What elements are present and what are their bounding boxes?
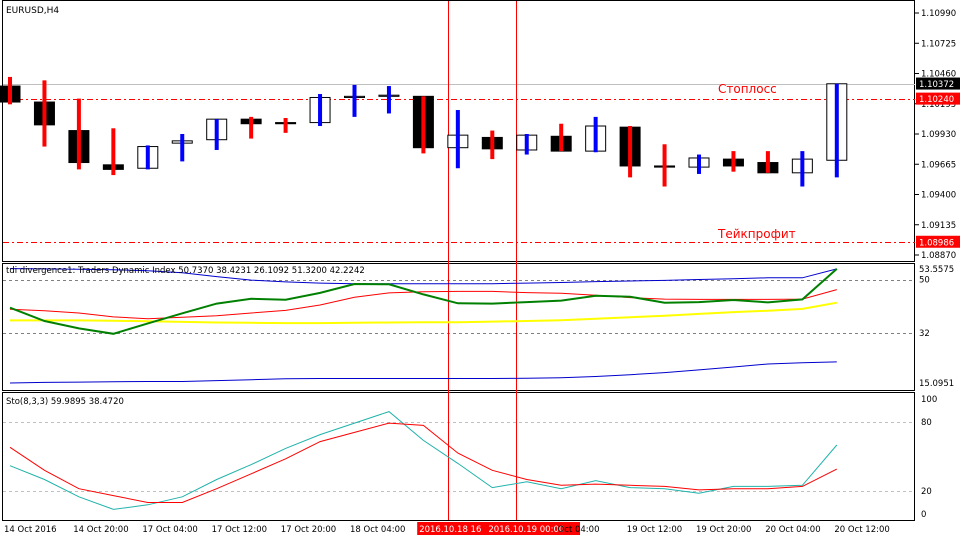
time-label: 20 Oct 12:00 (834, 525, 889, 535)
candle-wick (283, 118, 288, 133)
time-label: 19 Oct 12:00 (627, 525, 682, 535)
candle (102, 128, 124, 176)
candle (206, 118, 228, 150)
time-label: 17 Oct 12:00 (212, 525, 267, 535)
candle (447, 110, 469, 169)
candle-wick (697, 154, 701, 174)
time-label: 17 Oct 04:00 (142, 525, 197, 535)
price-tick-label: 1.09930 (921, 130, 956, 140)
price-tick-label: 1.09135 (921, 221, 956, 231)
highlighted-time-label: 2016.10.18 16 (419, 525, 481, 535)
candle-wick (386, 86, 391, 114)
candle-wick (455, 110, 460, 169)
candle (240, 116, 262, 139)
sto-axis-label: 100 (921, 395, 937, 405)
candle (688, 154, 710, 174)
candle-wick (559, 123, 564, 152)
candle-wick (111, 128, 116, 176)
stoploss-label: Стоплосс (718, 82, 777, 96)
candle (33, 80, 55, 147)
candle (516, 134, 538, 155)
sto-panel[interactable] (9, 411, 838, 510)
candle (412, 95, 434, 154)
candle (550, 123, 572, 152)
time-label: 18 Oct 04:00 (350, 525, 405, 535)
candle (137, 145, 159, 170)
candle-wick (524, 134, 529, 155)
time-label: 14 Oct 2016 (4, 525, 57, 535)
price-tick-label: 1.10990 (921, 9, 956, 19)
candle (275, 118, 297, 133)
tdi-volatility-lower-line (9, 361, 837, 384)
candle-wick (42, 80, 47, 147)
candle-wick (731, 151, 736, 172)
highlighted-time-label: 2016.10.19 00:00 (488, 525, 564, 535)
sto-indicator-title: Sto(8,3,3) 59.9895 38.4720 (6, 397, 124, 407)
symbol-label: EURUSD,H4 (6, 6, 59, 16)
time-label: 20 Oct 04:00 (765, 525, 820, 535)
candle (757, 151, 779, 174)
candle-wick (318, 94, 323, 127)
price-tick-label: 1.10725 (921, 39, 956, 49)
candle (826, 83, 848, 178)
candle (619, 126, 641, 178)
candle-wick (834, 83, 839, 178)
candle-wick (352, 84, 357, 117)
candle-wick (76, 98, 81, 170)
candle (585, 116, 607, 153)
candle (68, 98, 90, 170)
time-label: 19 Oct 20:00 (696, 525, 751, 535)
candle-wick (490, 130, 495, 160)
stoploss-price-tag: 1.10240 (919, 95, 954, 105)
time-axis: 14 Oct 2016 14 Oct 20:00 17 Oct 04:00 17 Oc… (4, 522, 890, 535)
candle (791, 151, 813, 187)
candle-wick (214, 119, 219, 150)
sto-main-line (9, 411, 838, 510)
candle-wick (765, 151, 770, 173)
candle (309, 94, 331, 127)
terminal-chart-window[interactable]: 1.109901.107251.104601.101951.099301.096… (0, 0, 960, 540)
takeprofit-price-tag: 1.08986 (919, 238, 954, 248)
candle-wick (249, 116, 254, 139)
price-tick-label: 1.09400 (921, 191, 956, 201)
takeprofit-label: Тейкпрофит (717, 227, 796, 241)
sto-axis-label: 80 (921, 418, 932, 428)
candle (722, 151, 744, 172)
candle-wick (800, 151, 805, 187)
tdi-axis-label: 32 (919, 329, 930, 339)
tdi-axis-label: 53.5575 (919, 265, 954, 275)
current-price-tag: 1.10372 (919, 80, 954, 90)
candle-wick (628, 126, 633, 178)
candle (481, 130, 503, 160)
sto-axis-label: 20 (921, 487, 932, 497)
candle (344, 84, 365, 117)
tdi-axis-label: 50 (919, 276, 930, 286)
tdi-indicator-title: tdi divergence1: Traders Dynamic Index 5… (6, 266, 365, 276)
sto-axis-label: 0 (921, 510, 926, 520)
candle-wick (421, 96, 426, 154)
candle-wick (145, 145, 150, 170)
candle-wick (593, 116, 598, 153)
candle-wick (662, 144, 667, 187)
tdi-rsi-line (9, 268, 838, 335)
candle-wick (8, 76, 12, 105)
tdi-panel[interactable] (9, 268, 838, 384)
time-label: Oct 04:00 (558, 525, 600, 535)
candle (654, 144, 676, 187)
tdi-market-base-line (10, 301, 837, 325)
price-axis: 1.109901.107251.104601.101951.099301.096… (915, 9, 960, 520)
tdi-axis-label: 15.0951 (919, 379, 954, 389)
time-label: 14 Oct 20:00 (73, 525, 128, 535)
time-label: 17 Oct 20:00 (281, 525, 336, 535)
candle (171, 134, 193, 162)
candle-wick (180, 134, 185, 162)
chart-underlay (3, 1, 915, 520)
price-tick-label: 1.08870 (921, 251, 956, 261)
price-tick-label: 1.09665 (921, 160, 956, 170)
